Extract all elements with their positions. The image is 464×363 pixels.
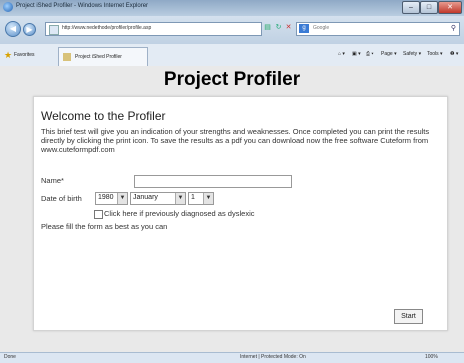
page-content: Project Profiler Welcome to the Profiler…: [0, 66, 464, 352]
feeds-icon[interactable]: ▣ ▾: [352, 51, 361, 57]
day-select[interactable]: 1 ▼: [188, 192, 214, 205]
chevron-down-icon: ▼: [203, 193, 213, 204]
dyslexic-label: Click here if previously diagnosed as dy…: [104, 209, 255, 218]
name-label: Name*: [41, 176, 64, 185]
status-bar: Done Internet | Protected Mode: On 100%: [0, 352, 464, 363]
print-icon[interactable]: ⎙ ▾: [366, 51, 374, 57]
forward-button[interactable]: ▶: [23, 23, 36, 36]
favorites-star-icon[interactable]: ★: [4, 50, 12, 61]
address-toolbar: ◀ ▶ http://www.nedethode/profiler/profil…: [0, 16, 464, 44]
intro-text: This brief test will give you an indicat…: [41, 127, 430, 154]
magnifier-icon[interactable]: ⚲: [451, 24, 456, 32]
status-text: Done: [4, 354, 16, 360]
window-title-bar: Project iShed Profiler - Windows Interne…: [0, 0, 464, 16]
maximize-button[interactable]: □: [420, 1, 438, 14]
profiler-panel: Welcome to the Profiler This brief test …: [33, 96, 448, 331]
name-field[interactable]: [134, 175, 292, 188]
browser-tab[interactable]: Project iShed Profiler: [58, 47, 148, 66]
year-select[interactable]: 1980 ▼: [95, 192, 128, 205]
compat-icon[interactable]: ▤: [263, 23, 272, 32]
start-button[interactable]: Start: [394, 309, 423, 324]
address-bar[interactable]: http://www.nedethode/profiler/profile.as…: [45, 22, 262, 36]
stop-icon[interactable]: ✕: [284, 23, 293, 32]
home-icon[interactable]: ⌂ ▾: [338, 51, 345, 57]
page-title: Project Profiler: [163, 69, 301, 90]
back-button[interactable]: ◀: [5, 21, 21, 37]
instructions-text: Please fill the form as best as you can: [41, 222, 168, 231]
page-icon: [49, 25, 59, 35]
dob-label: Date of birth: [41, 194, 82, 203]
dyslexic-checkbox[interactable]: [94, 210, 103, 219]
close-button[interactable]: ✕: [438, 1, 462, 14]
minimize-button[interactable]: –: [402, 1, 420, 14]
help-menu[interactable]: ❷ ▾: [450, 51, 458, 57]
security-zone[interactable]: Internet | Protected Mode: On: [240, 354, 306, 360]
search-input[interactable]: g Google ⚲: [296, 22, 460, 36]
favorites-bar: ★ Favorites Project iShed Profiler ⌂ ▾ ▣…: [0, 44, 464, 67]
refresh-icon[interactable]: ↻: [274, 23, 283, 32]
tools-menu[interactable]: Tools ▾: [427, 51, 443, 57]
chevron-down-icon: ▼: [175, 193, 185, 204]
chevron-down-icon: ▼: [117, 193, 127, 204]
safety-menu[interactable]: Safety ▾: [403, 51, 421, 57]
welcome-heading: Welcome to the Profiler: [41, 109, 166, 123]
google-icon: g: [299, 24, 309, 33]
tab-favicon-icon: [63, 53, 71, 61]
zoom-level[interactable]: 100%: [425, 354, 438, 360]
ie-logo-icon: [3, 2, 13, 12]
month-select[interactable]: January ▼: [130, 192, 186, 205]
window-title: Project iShed Profiler - Windows Interne…: [16, 3, 149, 9]
favorites-button[interactable]: Favorites: [14, 52, 35, 58]
url-text: http://www.nedethode/profiler/profile.as…: [62, 25, 152, 31]
page-menu[interactable]: Page ▾: [381, 51, 397, 57]
